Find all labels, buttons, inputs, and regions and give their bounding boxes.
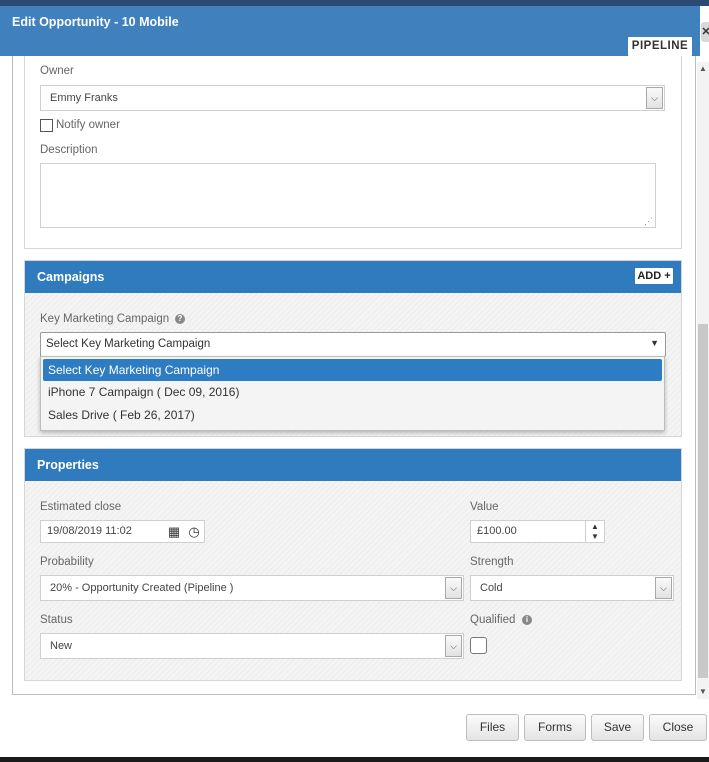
probability-select[interactable]: 20% - Opportunity Created (Pipeline ) ⌵ (40, 575, 464, 601)
chevron-down-icon: ⌵ (655, 577, 672, 599)
caret-down-icon: ▼ (650, 338, 659, 348)
value-stepper[interactable]: ▲ ▼ (585, 520, 605, 543)
add-campaign-button[interactable]: ADD + (635, 268, 673, 284)
probability-select-value: 20% - Opportunity Created (Pipeline ) (50, 582, 234, 594)
campaigns-title: Campaigns (37, 270, 105, 284)
value-value: £100.00 (477, 525, 517, 537)
key-campaign-label: Key Marketing Campaign (40, 313, 170, 325)
estimated-close-input[interactable]: 19/08/2019 11:02 (40, 520, 164, 543)
scroll-up-icon[interactable]: ▲ (697, 62, 709, 76)
save-button[interactable]: Save (591, 714, 644, 741)
forms-button[interactable]: Forms (524, 714, 586, 741)
owner-label: Owner (40, 65, 74, 77)
value-input[interactable]: £100.00 (470, 520, 586, 543)
qualified-checkbox[interactable] (470, 637, 487, 654)
close-icon[interactable]: ✕ (701, 22, 709, 42)
estimated-close-label: Estimated close (40, 501, 122, 513)
campaign-option[interactable]: Sales Drive ( Feb 26, 2017) (41, 404, 664, 427)
qualified-label: Qualified (470, 614, 516, 626)
info-icon[interactable]: i (522, 615, 532, 625)
scroll-down-icon[interactable]: ▼ (697, 685, 709, 699)
strength-select-value: Cold (480, 582, 503, 594)
status-select-value: New (50, 640, 73, 652)
description-textarea[interactable]: ⋰ (40, 163, 656, 228)
owner-select[interactable]: Emmy Franks ⌵ (40, 85, 665, 111)
strength-label: Strength (470, 556, 514, 568)
campaign-option[interactable]: Select Key Marketing Campaign (43, 359, 662, 381)
dialog-title: Edit Opportunity - 10 Mobile (12, 15, 179, 29)
calendar-icon[interactable]: ▦ (165, 523, 183, 541)
properties-header: Properties (25, 449, 681, 481)
bottom-strip (0, 757, 709, 762)
arrow-down-icon[interactable]: ▼ (591, 532, 599, 541)
properties-title: Properties (37, 458, 99, 472)
files-button[interactable]: Files (466, 714, 519, 741)
owner-select-value: Emmy Franks (50, 92, 118, 104)
strength-select[interactable]: Cold ⌵ (470, 575, 674, 601)
close-button[interactable]: Close (649, 714, 707, 741)
clock-icon[interactable]: ◷ (185, 523, 203, 541)
question-circle-icon[interactable]: ? (175, 314, 185, 324)
value-label: Value (470, 501, 499, 513)
key-campaign-dropdown: Select Key Marketing Campaign iPhone 7 C… (40, 356, 665, 431)
campaigns-header: Campaigns ADD + (25, 261, 681, 293)
chevron-down-icon: ⌵ (646, 87, 663, 109)
key-campaign-select-value: Select Key Marketing Campaign (46, 338, 211, 350)
notify-owner-label: Notify owner (56, 119, 120, 131)
key-campaign-select[interactable]: Select Key Marketing Campaign ▼ (40, 332, 666, 357)
description-label: Description (40, 144, 98, 156)
notify-owner-checkbox[interactable] (40, 119, 53, 132)
estimated-close-value: 19/08/2019 11:02 (47, 525, 132, 537)
probability-label: Probability (40, 556, 94, 568)
pipeline-button[interactable]: PIPELINE (628, 37, 692, 56)
chevron-down-icon: ⌵ (445, 577, 462, 599)
campaign-option[interactable]: iPhone 7 Campaign ( Dec 09, 2016) (41, 381, 664, 404)
dialog-titlebar: Edit Opportunity - 10 Mobile PIPELINE (0, 6, 700, 56)
dialog-scrollbar[interactable]: ▲ ▼ (697, 62, 709, 699)
chevron-down-icon: ⌵ (445, 635, 462, 657)
resize-handle-icon[interactable]: ⋰ (644, 216, 653, 227)
arrow-up-icon[interactable]: ▲ (591, 522, 599, 531)
scrollbar-thumb[interactable] (698, 324, 708, 678)
status-select[interactable]: New ⌵ (40, 633, 464, 659)
status-label: Status (40, 614, 73, 626)
